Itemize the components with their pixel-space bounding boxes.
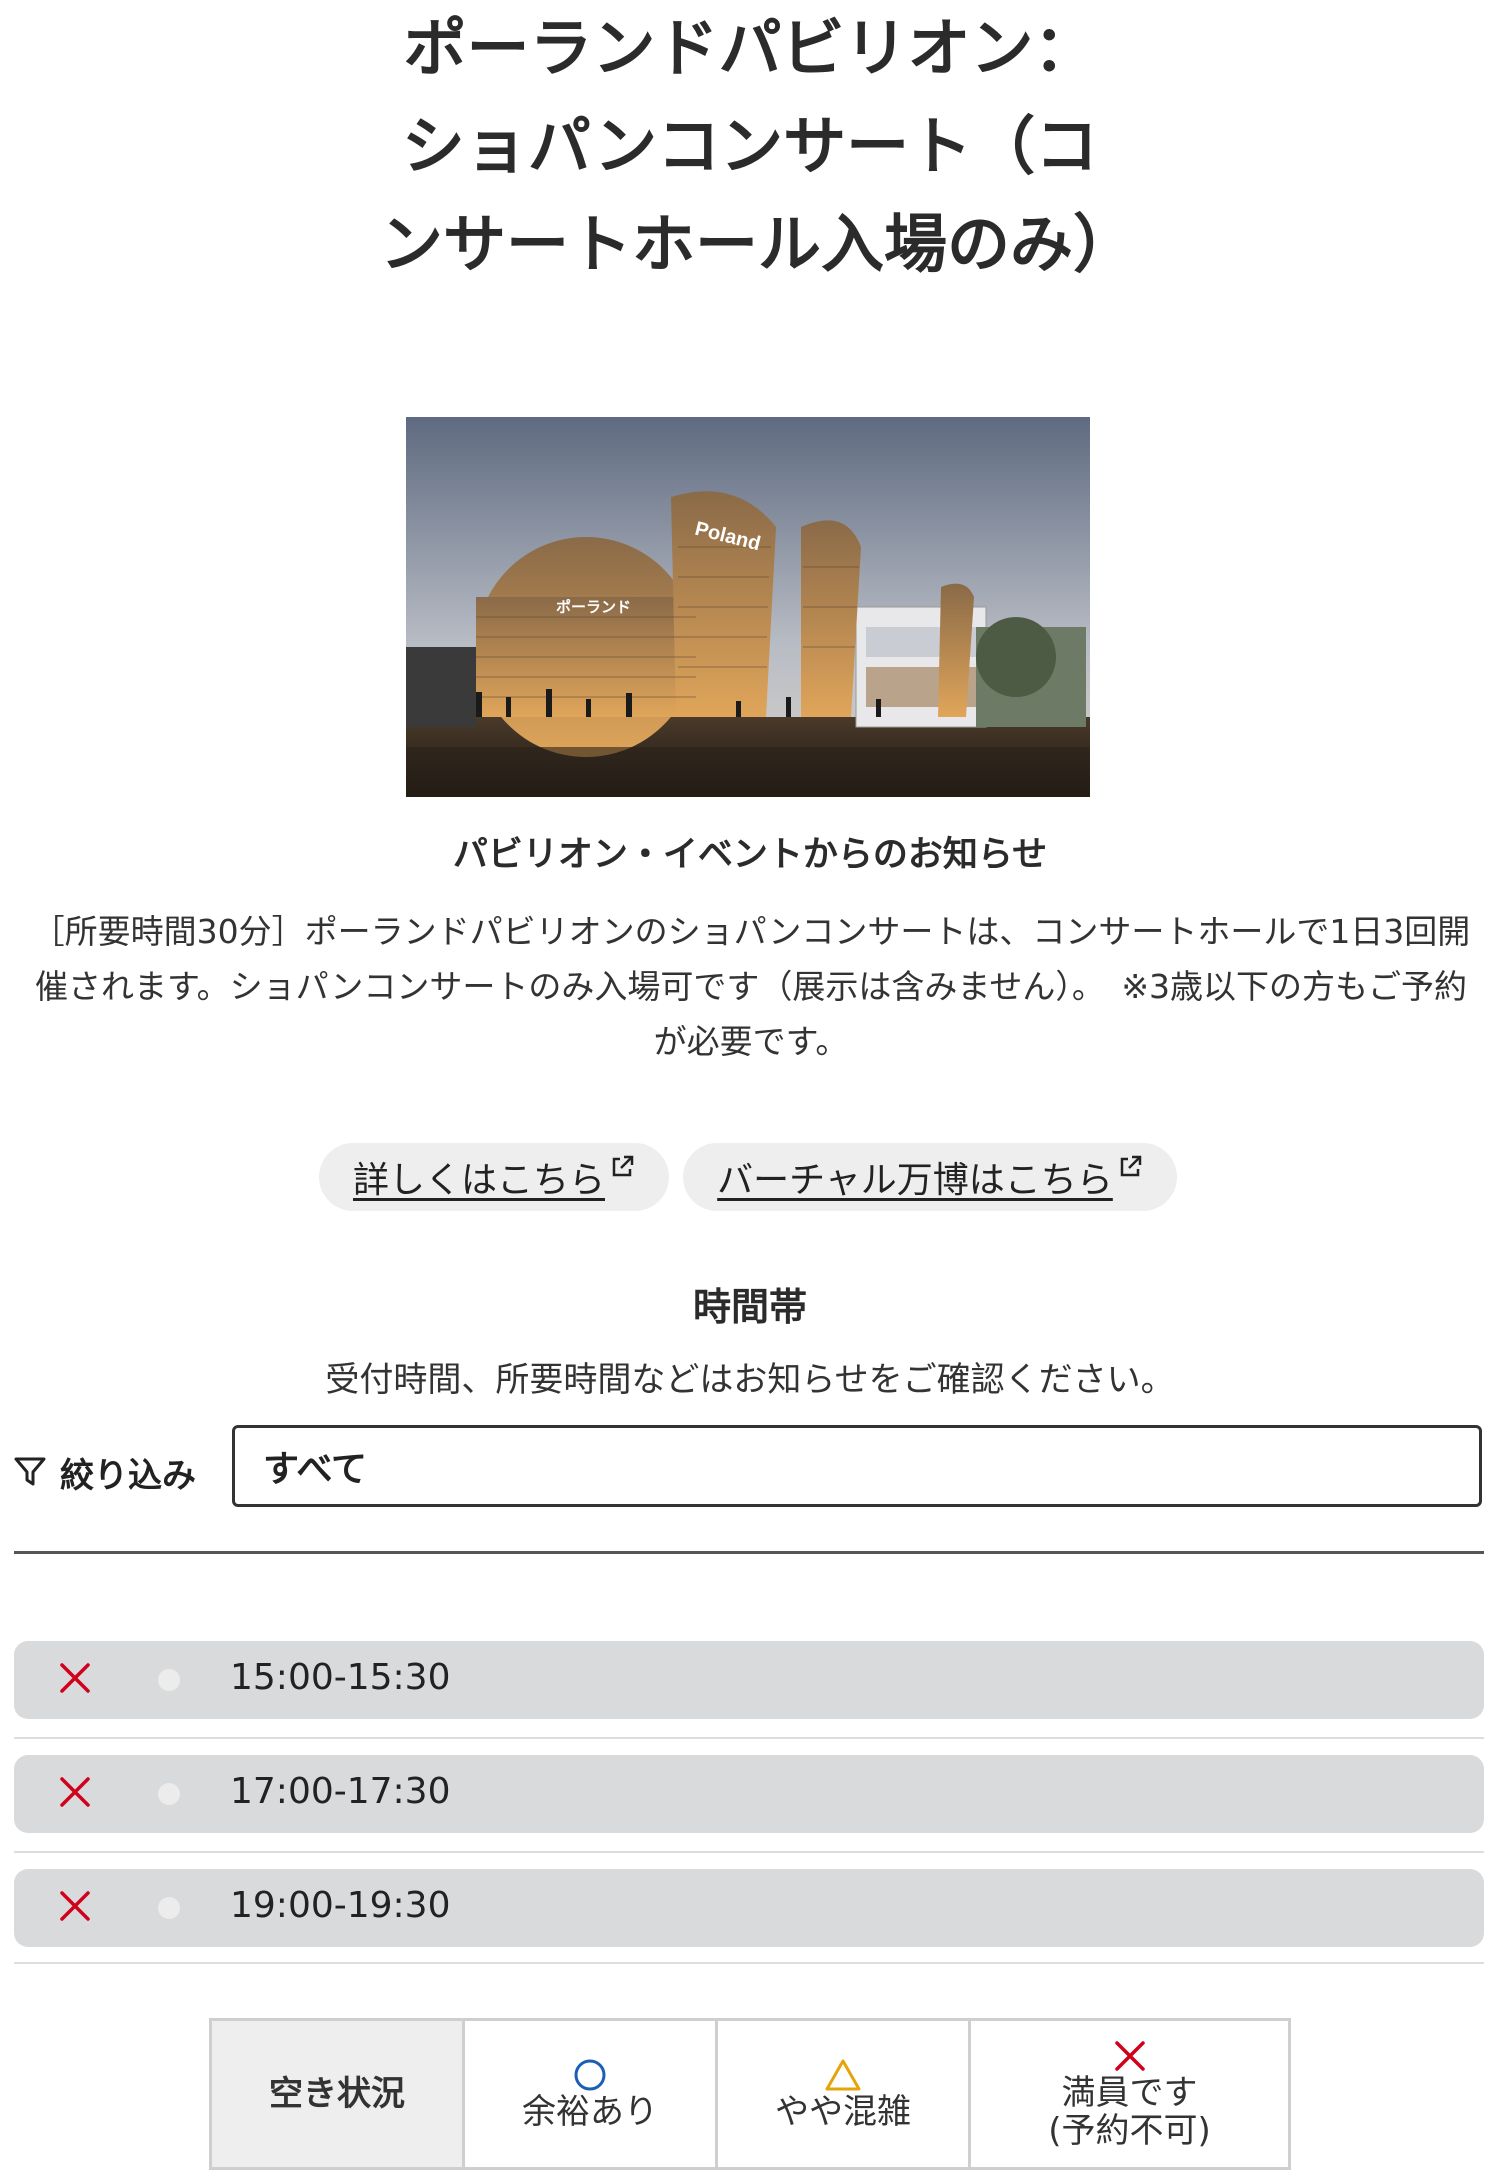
pavilion-sign-kana: ポーランド: [556, 598, 631, 616]
cross-icon: [60, 1891, 90, 1921]
timeslot-section-title: 時間帯: [692, 1285, 807, 1329]
notice-heading: パビリオン・イベントからのお知らせ: [452, 835, 1048, 875]
legend-heading-label: 空き状況: [269, 2074, 405, 2114]
page-title: ポーランドパビリオン：ショパンコンサート（コンサートホール入場のみ）: [380, 12, 1136, 281]
divider: [14, 1737, 1484, 1739]
cross-icon: [60, 1777, 90, 1807]
details-link-button[interactable]: 詳しくはこちら: [319, 1143, 669, 1211]
filter-select[interactable]: すべて: [232, 1425, 1482, 1507]
legend-item-full: 満員です (予約不可): [971, 2021, 1288, 2167]
legend-item-crowded: やや混雑: [718, 2021, 971, 2167]
circle-icon: [574, 2059, 606, 2091]
legend-label-line1: 満員です: [1061, 2073, 1198, 2113]
timeslot-time: 15:00-15:30: [230, 1657, 451, 1698]
availability-legend: 空き状況 余裕あり やや混雑 満員です (予約不可): [209, 2018, 1291, 2170]
cross-icon: [60, 1663, 90, 1693]
notice-body: ［所要時間30分］ポーランドパビリオンのショパンコンサートは、コンサートホールで…: [31, 912, 1471, 1061]
timeslot-time: 19:00-19:30: [230, 1885, 451, 1926]
cross-icon: [1114, 2041, 1145, 2071]
filter-label: 絞り込み: [60, 1455, 196, 1496]
timeslot-row[interactable]: 17:00-17:30: [14, 1755, 1484, 1833]
external-link-icon: [609, 1148, 635, 1189]
legend-label: 余裕あり: [522, 2092, 658, 2132]
triangle-icon: [825, 2059, 861, 2091]
divider: [14, 1851, 1484, 1853]
radio-indicator: [158, 1669, 180, 1691]
filter-selected-value: すべて: [263, 1449, 368, 1490]
timeslot-section-subtitle: 受付時間、所要時間などはお知らせをご確認ください。: [325, 1360, 1175, 1400]
filter-label-group: 絞り込み: [12, 1447, 196, 1497]
details-link-label: 詳しくはこちら: [352, 1160, 605, 1201]
legend-heading: 空き状況: [212, 2021, 465, 2167]
virtual-expo-link-label: バーチャル万博はこちら: [717, 1160, 1113, 1201]
radio-indicator: [158, 1897, 180, 1919]
virtual-expo-link-button[interactable]: バーチャル万博はこちら: [683, 1143, 1177, 1211]
divider: [14, 1962, 1484, 1964]
filter-icon: [14, 1457, 46, 1486]
external-link-icon: [1117, 1148, 1143, 1189]
timeslot-row[interactable]: 15:00-15:30: [14, 1641, 1484, 1719]
pavilion-image: Poland ポーランド: [406, 417, 1090, 797]
divider: [14, 1551, 1484, 1554]
radio-indicator: [158, 1783, 180, 1805]
timeslot-time: 17:00-17:30: [230, 1771, 451, 1812]
legend-label: やや混雑: [775, 2092, 911, 2132]
legend-label-line2: (予約不可): [1048, 2111, 1211, 2151]
legend-item-available: 余裕あり: [465, 2021, 718, 2167]
timeslot-row[interactable]: 19:00-19:30: [14, 1869, 1484, 1947]
